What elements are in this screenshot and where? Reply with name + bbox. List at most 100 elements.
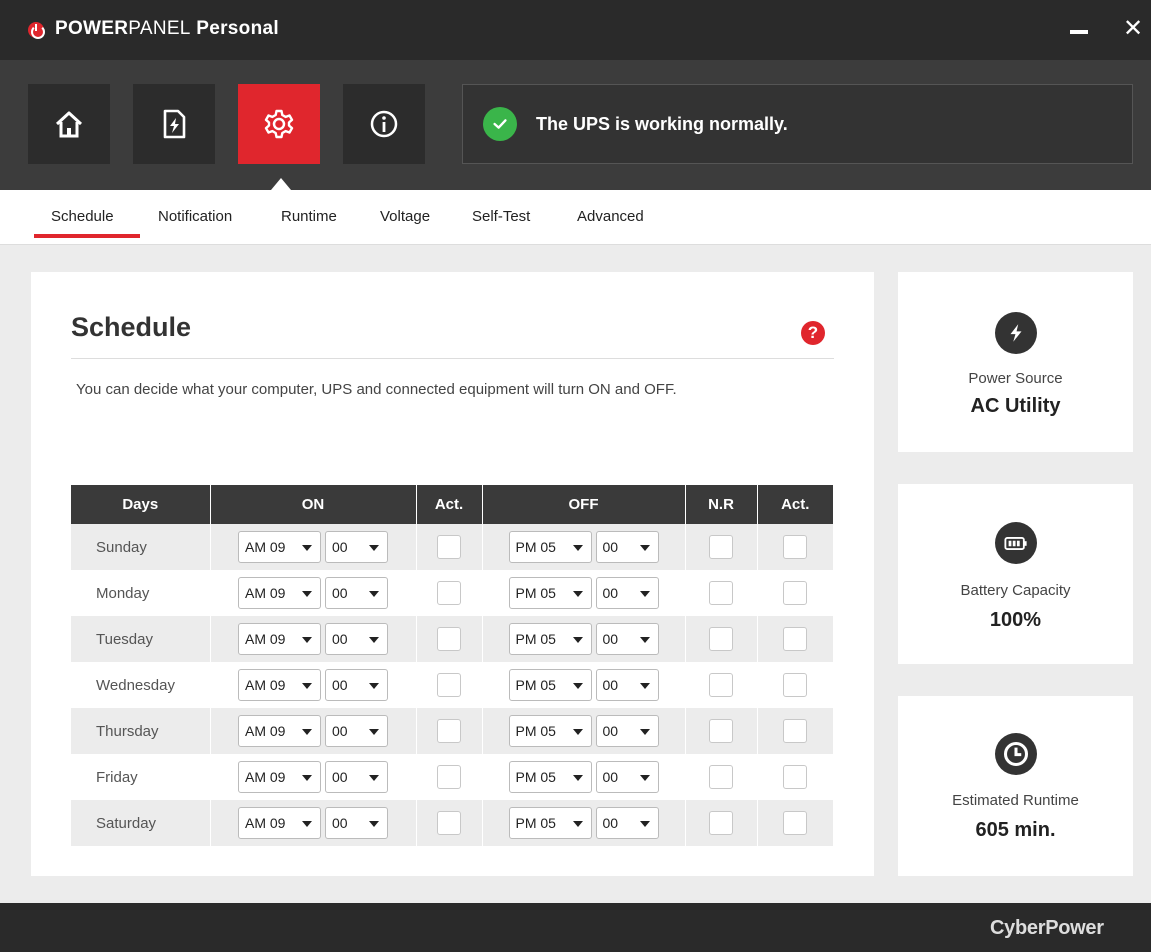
on-ampm-hour-select[interactable]: AM 09 <box>238 761 321 793</box>
on-act-checkbox[interactable] <box>437 673 461 697</box>
nr-checkbox[interactable] <box>709 627 733 651</box>
on-act-checkbox[interactable] <box>437 765 461 789</box>
help-icon[interactable]: ? <box>801 321 825 345</box>
tab-self-test[interactable]: Self-Test <box>472 208 530 225</box>
tab-voltage[interactable]: Voltage <box>380 208 430 225</box>
on-minute-select[interactable]: 00 <box>325 531 388 563</box>
on-minute-value: 00 <box>332 769 348 785</box>
battery-capacity-card: Battery Capacity 100% <box>898 484 1133 664</box>
off-minute-select[interactable]: 00 <box>595 807 659 839</box>
on-ampm-hour-select[interactable]: AM 09 <box>238 623 321 655</box>
chevron-down-icon <box>572 729 583 735</box>
off-act-checkbox[interactable] <box>783 719 808 743</box>
on-minute-value: 00 <box>332 631 348 647</box>
off-ampm-hour-select[interactable]: PM 05 <box>508 623 592 655</box>
on-minute-select[interactable]: 00 <box>325 807 388 839</box>
off-minute-select[interactable]: 00 <box>595 669 659 701</box>
on-act-checkbox[interactable] <box>437 627 461 651</box>
schedule-description: You can decide what your computer, UPS a… <box>76 381 677 398</box>
day-label: Tuesday <box>96 630 153 648</box>
off-time-cell: PM 05 00 <box>482 570 686 616</box>
off-minute-select[interactable]: 00 <box>595 531 659 563</box>
check-icon <box>483 107 517 141</box>
nr-checkbox[interactable] <box>709 811 733 835</box>
on-act-checkbox[interactable] <box>437 719 461 743</box>
nr-checkbox[interactable] <box>709 581 733 605</box>
estimated-runtime-label: Estimated Runtime <box>952 792 1079 809</box>
nr-checkbox[interactable] <box>709 673 733 697</box>
on-ampm-hour-select[interactable]: AM 09 <box>238 715 321 747</box>
nav-power-button[interactable] <box>133 84 215 164</box>
nr-cell <box>685 754 758 800</box>
off-ampm-hour-value: PM 05 <box>515 585 556 601</box>
on-ampm-hour-select[interactable]: AM 09 <box>238 577 321 609</box>
off-act-checkbox[interactable] <box>783 627 808 651</box>
on-act-checkbox[interactable] <box>437 535 461 559</box>
off-ampm-hour-select[interactable]: PM 05 <box>508 715 592 747</box>
on-minute-select[interactable]: 00 <box>325 761 388 793</box>
on-minute-select[interactable]: 00 <box>325 669 388 701</box>
day-label: Thursday <box>96 722 159 740</box>
day-cell: Saturday <box>71 800 211 846</box>
off-ampm-hour-select[interactable]: PM 05 <box>508 761 592 793</box>
off-ampm-hour-select[interactable]: PM 05 <box>508 531 592 563</box>
off-time-cell: PM 05 00 <box>482 616 686 662</box>
title-bar: POWERPANEL Personal ✕ <box>0 0 1151 60</box>
nr-checkbox[interactable] <box>709 719 733 743</box>
clock-icon <box>995 733 1037 775</box>
off-act-checkbox[interactable] <box>783 581 808 605</box>
chevron-down-icon <box>639 591 650 597</box>
on-time-cell: AM 09 00 <box>210 708 417 754</box>
off-minute-select[interactable]: 00 <box>595 577 659 609</box>
minimize-button[interactable] <box>1070 30 1088 34</box>
on-minute-select[interactable]: 00 <box>325 715 388 747</box>
off-ampm-hour-value: PM 05 <box>515 723 556 739</box>
tab-schedule[interactable]: Schedule <box>51 208 114 225</box>
chevron-down-icon <box>302 729 312 735</box>
off-minute-value: 00 <box>602 585 619 601</box>
off-act-checkbox[interactable] <box>783 535 808 559</box>
nr-cell <box>685 616 758 662</box>
table-row: Thursday AM 09 00 PM 05 00 <box>71 708 833 754</box>
main-navigation: The UPS is working normally. <box>0 60 1151 190</box>
chevron-down-icon <box>302 683 312 689</box>
battery-capacity-label: Battery Capacity <box>960 582 1071 599</box>
off-minute-value: 00 <box>602 815 619 831</box>
on-time-cell: AM 09 00 <box>210 570 417 616</box>
tab-runtime[interactable]: Runtime <box>281 208 337 225</box>
settings-gear-icon <box>264 109 294 139</box>
nav-info-button[interactable] <box>343 84 425 164</box>
chevron-down-icon <box>302 821 312 827</box>
nav-settings-button[interactable] <box>238 84 320 164</box>
off-minute-select[interactable]: 00 <box>595 715 659 747</box>
header-on: ON <box>210 485 417 524</box>
nav-home-button[interactable] <box>28 84 110 164</box>
nr-checkbox[interactable] <box>709 765 733 789</box>
on-ampm-hour-select[interactable]: AM 09 <box>238 669 321 701</box>
on-minute-select[interactable]: 00 <box>325 623 388 655</box>
off-act-checkbox[interactable] <box>783 673 808 697</box>
close-button[interactable]: ✕ <box>1122 17 1144 41</box>
on-ampm-hour-select[interactable]: AM 09 <box>238 807 321 839</box>
on-act-checkbox[interactable] <box>437 581 461 605</box>
off-act-checkbox[interactable] <box>783 765 808 789</box>
tab-advanced[interactable]: Advanced <box>577 208 644 225</box>
off-minute-select[interactable]: 00 <box>595 623 659 655</box>
on-minute-select[interactable]: 00 <box>325 577 388 609</box>
on-act-checkbox[interactable] <box>437 811 461 835</box>
off-act-checkbox[interactable] <box>783 811 808 835</box>
off-ampm-hour-select[interactable]: PM 05 <box>508 669 592 701</box>
day-cell: Monday <box>71 570 211 616</box>
on-act-cell <box>416 754 483 800</box>
chevron-down-icon <box>639 821 650 827</box>
off-ampm-hour-select[interactable]: PM 05 <box>508 577 592 609</box>
off-ampm-hour-select[interactable]: PM 05 <box>508 807 592 839</box>
tab-notification[interactable]: Notification <box>158 208 232 225</box>
chevron-down-icon <box>369 637 379 643</box>
nr-checkbox[interactable] <box>709 535 733 559</box>
day-label: Saturday <box>96 814 157 832</box>
on-minute-value: 00 <box>332 539 348 555</box>
off-minute-select[interactable]: 00 <box>595 761 659 793</box>
off-act-cell <box>757 570 833 616</box>
on-ampm-hour-select[interactable]: AM 09 <box>238 531 321 563</box>
